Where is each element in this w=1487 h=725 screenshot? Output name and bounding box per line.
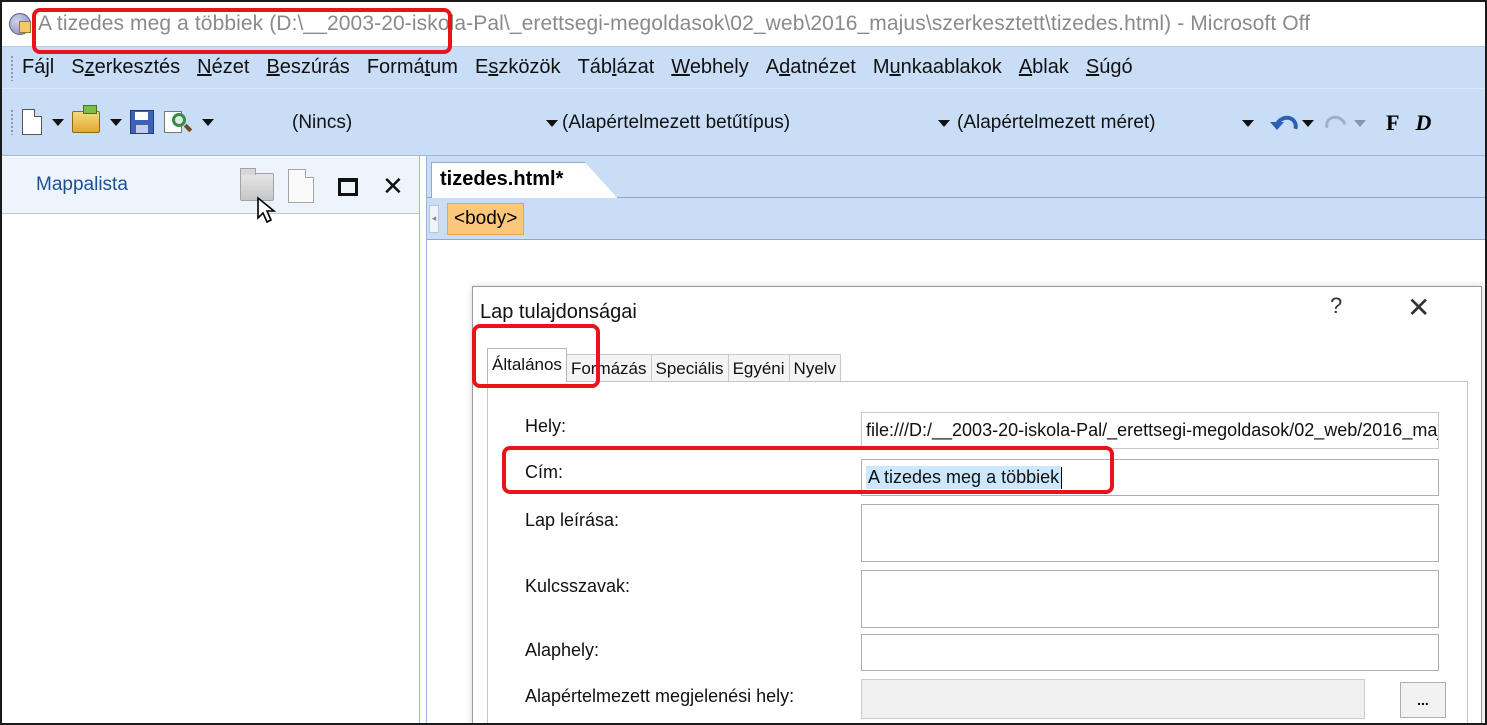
help-button[interactable]: ? [1330,293,1342,319]
menu-website[interactable]: Webhely [671,56,748,79]
save-button[interactable] [130,106,154,138]
menu-window[interactable]: Ablak [1019,56,1069,79]
menu-format[interactable]: Formátum [367,56,458,79]
document-tab[interactable]: tizedes.html* [431,162,619,199]
close-panel-icon[interactable]: ✕ [382,173,404,199]
tab-language[interactable]: Nyelv [788,354,842,382]
undo-dropdown-arrow[interactable] [1302,119,1314,127]
formatting-toolbar: (Nincs) (Alapértelmezett betűtípus) (Ala… [2,88,1485,156]
document-tab-strip: tizedes.html* [427,156,1485,199]
tab-advanced[interactable]: Speciális [650,354,729,382]
dialog-title: Lap tulajdonságai [480,301,637,323]
menu-data-view[interactable]: Adatnézet [766,56,856,79]
font-combo-value: (Alapértelmezett betűtípus) [562,112,791,133]
description-field[interactable] [861,504,1439,562]
open-folder-icon [72,105,100,133]
dialog-tabs: Általános Formázás Speciális Egyéni Nyel… [487,348,842,382]
new-page-icon[interactable] [288,169,314,203]
save-disk-icon [130,110,154,134]
page-properties-dialog: Lap tulajdonságai ? ✕ Általános Formázás… [472,286,1482,723]
body-tag-chip[interactable]: <body> [447,202,525,235]
folder-list-panel: Mappalista ✕ [2,156,420,723]
quick-tag-bar: ◂ <body> [427,198,1485,240]
maximize-icon[interactable] [338,178,358,196]
preview-magnifier-icon [164,109,193,135]
tab-general[interactable]: Általános [487,348,567,382]
change-target-button[interactable]: ... [1400,682,1446,718]
menu-grip-handle[interactable] [10,54,14,81]
menu-view[interactable]: Nézet [197,56,249,79]
font-combo[interactable]: (Alapértelmezett betűtípus) [562,89,922,157]
open-dropdown-arrow[interactable] [110,118,122,126]
keywords-field[interactable] [861,570,1439,628]
tab-custom[interactable]: Egyéni [727,354,790,382]
base-location-label: Alaphely: [525,640,600,660]
menu-tools[interactable]: Eszközök [475,56,561,79]
italic-button[interactable]: D [1415,110,1431,136]
toolbar-grip-handle[interactable] [10,109,14,135]
preview-button[interactable] [164,106,193,138]
redo-dropdown-arrow[interactable] [1354,119,1366,127]
text-caret [1061,466,1063,489]
size-combo[interactable]: (Alapértelmezett méret) [957,89,1232,157]
title-field[interactable]: A tizedes meg a többiek [861,459,1439,496]
style-combo[interactable]: (Nincs) [292,89,554,157]
title-label: Cím: [525,462,563,482]
preview-dropdown-arrow[interactable] [202,118,214,126]
dialog-close-button[interactable]: ✕ [1407,291,1430,324]
font-dropdown-arrow[interactable] [938,120,950,127]
new-page-button[interactable] [22,106,42,138]
size-combo-value: (Alapértelmezett méret) [957,112,1156,133]
window-title: A tizedes meg a többiek (D:\__2003-20-is… [38,12,1311,35]
new-page-icon [22,109,42,135]
location-value: file:///D:/__2003-20-iskola-Pal/_erettse… [866,420,1439,440]
description-label: Lap leírása: [525,510,620,530]
size-dropdown-arrow[interactable] [1242,120,1254,127]
tab-formatting[interactable]: Formázás [565,354,652,382]
bold-button[interactable]: F [1386,110,1399,136]
mouse-cursor-icon [257,196,277,224]
general-tab-panel: Hely: file:///D:/__2003-20-iskola-Pal/_e… [487,381,1468,723]
folder-list-header: Mappalista ✕ [2,156,419,214]
default-target-field[interactable] [861,679,1365,719]
title-value: A tizedes meg a többiek [866,466,1062,489]
style-dropdown-arrow[interactable] [546,120,558,127]
default-target-label: Alapértelmezett megjelenési hely: [525,686,795,706]
frontpage-app-icon[interactable] [8,12,32,36]
menu-bar: Fájl Szerkesztés Nézet Beszúrás Formátum… [2,46,1485,88]
menu-help[interactable]: Súgó [1086,56,1133,79]
redo-icon[interactable] [1322,112,1348,134]
location-label: Hely: [525,416,567,436]
app-window: A tizedes meg a többiek (D:\__2003-20-is… [0,0,1487,725]
folder-list-title: Mappalista [36,174,128,195]
undo-icon[interactable] [1270,112,1296,134]
menu-table[interactable]: Táblázat [578,56,655,79]
menu-insert[interactable]: Beszúrás [266,56,349,79]
tag-scroll-left-icon[interactable]: ◂ [429,204,439,233]
menu-task-panes[interactable]: Munkaablakok [873,56,1002,79]
location-field[interactable]: file:///D:/__2003-20-iskola-Pal/_erettse… [861,412,1439,449]
keywords-label: Kulcsszavak: [525,576,631,596]
menu-file[interactable]: Fájl [22,56,54,79]
browse-label: ... [1417,692,1429,708]
base-location-field[interactable] [861,634,1439,671]
new-dropdown-arrow[interactable] [52,118,64,126]
style-combo-value: (Nincs) [292,112,353,133]
title-bar: A tizedes meg a többiek (D:\__2003-20-is… [2,2,1485,46]
open-button[interactable] [72,105,100,138]
menu-edit[interactable]: Szerkesztés [71,56,180,79]
undo-redo-group: F D [1270,109,1431,137]
